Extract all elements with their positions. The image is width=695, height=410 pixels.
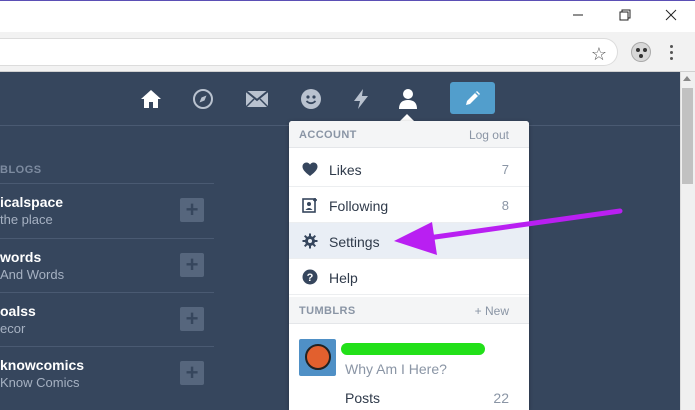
menu-item-label: Likes: [329, 162, 362, 178]
blog-title[interactable]: icalspace: [0, 194, 63, 210]
menu-item-label: Help: [329, 270, 358, 286]
menu-item-help[interactable]: ? Help: [289, 259, 529, 295]
logout-link[interactable]: Log out: [469, 128, 509, 142]
gear-icon: [301, 232, 319, 250]
add-blog-button[interactable]: +: [180, 198, 204, 222]
menu-item-count: 8: [501, 198, 509, 213]
lightning-icon[interactable]: [348, 86, 374, 112]
close-icon: [665, 9, 677, 21]
blog-subtitle: And Words: [0, 267, 65, 282]
soccer-ball-icon[interactable]: [631, 42, 651, 62]
account-header: ACCOUNT Log out: [289, 121, 529, 148]
add-blog-button[interactable]: +: [180, 361, 204, 385]
blog-row[interactable]: icalspace the place +: [0, 183, 214, 237]
posts-row[interactable]: Posts 22: [289, 383, 529, 410]
dropdown-caret: [400, 114, 414, 121]
posts-count: 22: [493, 390, 509, 406]
smiley-icon[interactable]: [298, 86, 324, 112]
posts-label: Posts: [345, 390, 381, 406]
scrollbar-thumb[interactable]: [682, 88, 693, 184]
blog-row[interactable]: knowcomics Know Comics +: [0, 346, 214, 400]
close-window-button[interactable]: [656, 4, 686, 26]
minimize-button[interactable]: [563, 4, 593, 26]
compass-icon[interactable]: [190, 86, 216, 112]
restore-icon: [619, 9, 631, 21]
blog-row[interactable]: words And Words +: [0, 238, 214, 292]
blogs-heading: BLOGS: [0, 164, 42, 176]
blog-subtitle: Know Comics: [0, 375, 80, 390]
blog-title[interactable]: knowcomics: [0, 357, 84, 373]
browser-toolbar: ☆: [0, 32, 695, 72]
address-field[interactable]: ☆: [0, 38, 618, 66]
tumblrs-heading: TUMBLRS: [299, 305, 356, 317]
tumblr-blog-item[interactable]: Why Am I Here?: [289, 325, 529, 377]
minimize-icon: [573, 14, 583, 16]
compose-button[interactable]: [450, 82, 495, 114]
add-blog-button[interactable]: +: [180, 307, 204, 331]
restore-button[interactable]: [610, 4, 640, 26]
menu-item-likes[interactable]: Likes 7: [289, 151, 529, 187]
avatar[interactable]: [299, 339, 336, 376]
account-heading: ACCOUNT: [299, 129, 357, 141]
redacted-blog-name: [341, 343, 485, 355]
person-icon[interactable]: [395, 86, 421, 112]
menu-item-count: 7: [501, 162, 509, 177]
home-icon[interactable]: [138, 86, 164, 112]
blog-subtitle: ecor: [0, 321, 26, 336]
blog-row[interactable]: oalss ecor +: [0, 292, 214, 346]
svg-text:?: ?: [307, 272, 314, 284]
pencil-icon: [465, 91, 480, 105]
tumblrs-header: TUMBLRS + New: [289, 297, 529, 324]
blog-title[interactable]: words: [0, 249, 41, 265]
new-blog-link[interactable]: + New: [475, 304, 509, 318]
blog-subtitle: the place: [0, 212, 53, 227]
menu-item-label: Following: [329, 198, 389, 214]
blog-title: Why Am I Here?: [345, 361, 447, 377]
blog-title[interactable]: oalss: [0, 303, 36, 319]
menu-item-settings[interactable]: Settings: [289, 223, 529, 259]
add-blog-button[interactable]: +: [180, 253, 204, 277]
help-icon: ?: [301, 268, 319, 286]
menu-item-label: Settings: [329, 234, 380, 250]
menu-item-following[interactable]: Following 8: [289, 187, 529, 223]
star-icon[interactable]: ☆: [588, 43, 610, 65]
scroll-up-icon[interactable]: [683, 76, 691, 81]
heart-icon: [301, 160, 319, 178]
account-dropdown: ACCOUNT Log out Likes 7 Following 8 Sett…: [289, 121, 529, 410]
following-icon: [301, 196, 319, 214]
kebab-menu-icon[interactable]: [664, 40, 678, 64]
mail-icon[interactable]: [244, 86, 270, 112]
